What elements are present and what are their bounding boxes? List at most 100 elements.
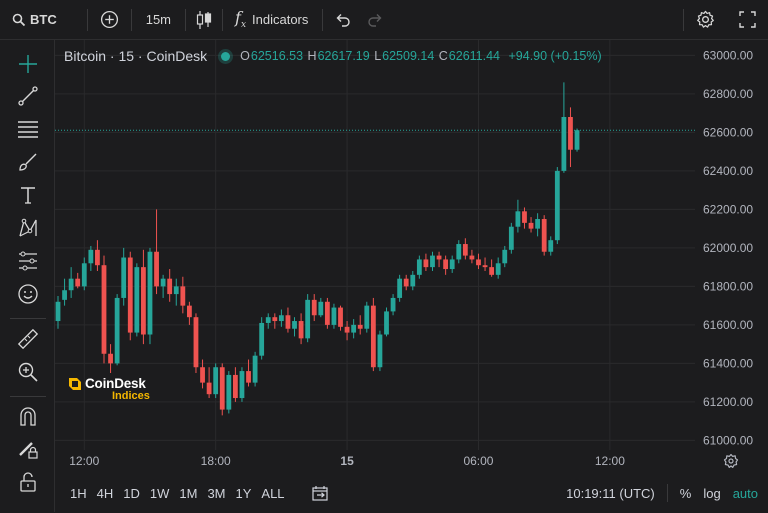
redo-button[interactable] [359, 0, 391, 40]
candle [351, 319, 357, 339]
candle-body [246, 371, 251, 383]
range-button[interactable]: 1D [118, 486, 145, 501]
function-icon: fx [235, 8, 247, 31]
candle [436, 251, 442, 268]
candle-body [173, 286, 179, 295]
time-axis[interactable]: 12:00 18:00 15 06:00 12:00 [69, 454, 625, 468]
toolbar-right [683, 0, 768, 40]
range-button[interactable]: 1H [65, 486, 92, 501]
candle-body [390, 297, 396, 312]
candle-body [108, 353, 113, 364]
low-value: 62509.14 [382, 49, 435, 63]
candle [515, 199, 521, 233]
candle-body [180, 286, 186, 306]
candle-body [351, 324, 357, 333]
interval-button[interactable]: 15m [132, 0, 185, 40]
log-toggle[interactable]: log [703, 486, 720, 501]
pattern-tool[interactable] [14, 214, 42, 242]
crosshair-icon [19, 55, 37, 73]
price-axis[interactable]: 63000.00 62800.00 62600.00 62400.00 62200.00… [703, 48, 753, 447]
axis-settings-button[interactable] [723, 453, 739, 468]
candle-body [430, 255, 435, 268]
candle-body [213, 367, 219, 395]
brush-tool[interactable] [14, 148, 42, 176]
utc-clock[interactable]: 10:19:11 (UTC) [566, 486, 655, 501]
emoji-tool[interactable] [14, 280, 42, 308]
lock-drawing-tool[interactable] [14, 435, 42, 463]
high-value: 62617.19 [317, 49, 370, 63]
candle-body [397, 278, 403, 298]
undo-button[interactable] [323, 0, 359, 40]
ruler-tool[interactable] [14, 325, 42, 353]
change-value: +94.90 (+0.15%) [508, 49, 602, 63]
candle-body [206, 382, 212, 395]
fullscreen-button[interactable] [727, 0, 768, 40]
trend-line-icon [18, 86, 38, 106]
candle-body [272, 317, 278, 322]
settings-button[interactable] [684, 0, 727, 40]
market-status-dot [221, 51, 231, 61]
ohlc-values: O62516.53 H62617.19 L62509.14 C62611.44 … [240, 49, 602, 63]
candle [239, 367, 245, 402]
candle [226, 371, 232, 414]
range-button[interactable]: 1W [145, 486, 175, 501]
candle [522, 207, 527, 229]
candle [55, 296, 61, 329]
chart-canvas[interactable]: 63000.00 62800.00 62600.00 62400.00 62200.00… [55, 40, 768, 510]
magnet-tool[interactable] [14, 402, 42, 430]
time-tick-label: 12:00 [595, 454, 625, 468]
close-value: 62611.44 [448, 49, 501, 63]
candle [462, 238, 468, 260]
candle-body [200, 367, 205, 383]
candle [568, 107, 573, 168]
indicators-button[interactable]: fx Indicators [223, 0, 322, 40]
price-tick-label: 61400.00 [703, 356, 753, 370]
candle-body [561, 116, 567, 171]
coindesk-logo-icon [69, 377, 81, 390]
candle-body [574, 130, 580, 150]
crosshair-tool[interactable] [14, 50, 42, 78]
candle-body [331, 307, 337, 325]
candle-body [482, 265, 488, 268]
candle-body [311, 299, 317, 316]
candle-body [121, 257, 127, 298]
chart-type-button[interactable] [186, 0, 222, 40]
date-range-button[interactable] [311, 485, 330, 501]
close-key: C [438, 49, 448, 63]
candle-body [568, 116, 573, 150]
trend-line-tool[interactable] [14, 82, 42, 110]
fullscreen-icon [739, 11, 756, 28]
compare-button[interactable] [88, 0, 131, 40]
symbol-title[interactable]: Bitcoin · 15 · CoinDesk [64, 48, 207, 64]
candle-body [193, 317, 199, 368]
chart-legend: Bitcoin · 15 · CoinDesk O62516.53 H62617… [64, 48, 603, 64]
candle [75, 272, 81, 289]
auto-toggle[interactable]: auto [733, 486, 758, 501]
text-tool[interactable] [14, 181, 42, 209]
fib-tool[interactable] [14, 115, 42, 143]
range-button[interactable]: 1Y [231, 486, 257, 501]
unlock-tool[interactable] [14, 468, 42, 496]
candle [141, 249, 146, 345]
range-button[interactable]: 1M [174, 486, 202, 501]
price-tick-label: 61000.00 [703, 433, 753, 447]
candle-body [187, 305, 192, 318]
candle [298, 313, 304, 345]
candle [535, 213, 541, 237]
symbol-search[interactable]: BTC [0, 0, 67, 40]
candle-body [239, 371, 245, 399]
candle [357, 315, 363, 335]
candle-body [436, 255, 442, 260]
candle-body [476, 259, 481, 266]
price-chart[interactable]: 63000.00 62800.00 62600.00 62400.00 62200.00… [55, 40, 768, 510]
percent-toggle[interactable]: % [680, 486, 692, 501]
range-button[interactable]: ALL [256, 486, 289, 501]
candle-body [462, 244, 468, 256]
prediction-tool[interactable] [14, 247, 42, 275]
candle-body [508, 226, 514, 250]
zoom-tool[interactable] [14, 358, 42, 386]
range-button[interactable]: 4H [92, 486, 119, 501]
candle [193, 313, 199, 374]
candle [108, 344, 113, 374]
range-button[interactable]: 3M [202, 486, 230, 501]
